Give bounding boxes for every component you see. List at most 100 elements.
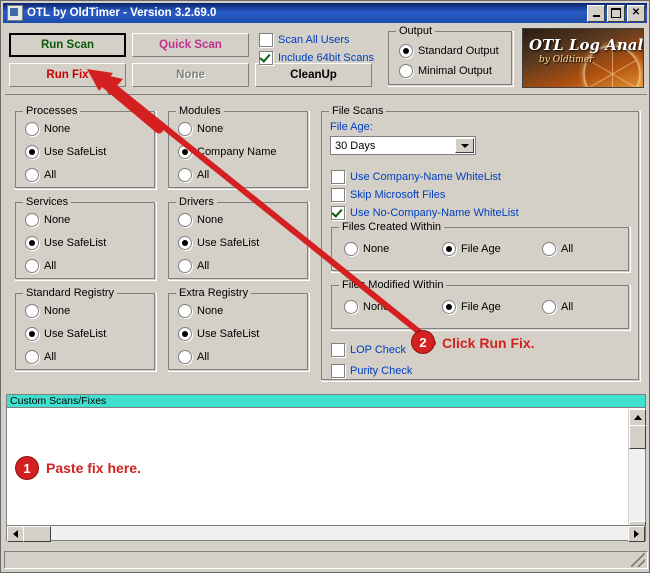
services-option-all[interactable]: All	[25, 259, 56, 273]
checkbox-box	[331, 170, 345, 184]
standard-registry-option-use-safelist-label: Use SafeList	[44, 328, 107, 340]
modules-option-all-label: All	[197, 169, 210, 181]
run-fix-button[interactable]: Run Fix	[9, 63, 126, 87]
logo-line-2: by Oldtimer	[539, 55, 594, 65]
resize-grip-icon[interactable]	[631, 553, 645, 567]
files-modified-option-all[interactable]: All	[542, 300, 573, 314]
triangle-left-icon	[13, 530, 18, 538]
include-64bit-scans-checkbox[interactable]: Include 64bit Scans	[259, 51, 374, 65]
modules-option-none[interactable]: None	[178, 122, 223, 136]
radio-standard-output[interactable]: Standard Output	[399, 44, 499, 58]
output-group: Output Standard Output Minimal Output	[388, 25, 514, 87]
drivers-option-all[interactable]: All	[178, 259, 209, 273]
maximize-button[interactable]	[607, 4, 625, 22]
extra-registry-group: Extra Registry None Use SafeList All	[168, 287, 310, 372]
use-no-company-name-whitelist-label: Use No-Company-Name WhiteList	[350, 207, 519, 219]
standard-registry-option-all-label: All	[44, 351, 57, 363]
processes-option-all[interactable]: All	[25, 168, 56, 182]
radio-minimal-output[interactable]: Minimal Output	[399, 64, 492, 78]
processes-group-title: Processes	[23, 105, 81, 117]
drivers-option-use-safelist[interactable]: Use SafeList	[178, 236, 259, 250]
drivers-option-none-label: None	[197, 214, 224, 226]
use-company-name-whitelist-checkbox[interactable]: Use Company-Name WhiteList	[331, 170, 501, 184]
radio-dot	[25, 350, 39, 364]
extra-registry-option-none[interactable]: None	[178, 304, 223, 318]
files-modified-option-file-age[interactable]: File Age	[442, 300, 501, 314]
radio-dot	[25, 327, 39, 341]
services-option-use-safelist[interactable]: Use SafeList	[25, 236, 106, 250]
scroll-left-button[interactable]	[7, 526, 24, 542]
purity-check-checkbox[interactable]: Purity Check	[331, 364, 412, 378]
file-scans-group-title: File Scans	[329, 105, 387, 117]
files-created-option-all[interactable]: All	[542, 242, 573, 256]
step-1-badge: 1	[16, 457, 38, 479]
extra-registry-group-title: Extra Registry	[176, 287, 252, 299]
processes-option-none-label: None	[44, 123, 71, 135]
processes-option-use-safelist[interactable]: Use SafeList	[25, 145, 106, 159]
files-created-option-none[interactable]: None	[344, 242, 389, 256]
triangle-up-icon	[633, 415, 642, 420]
skip-microsoft-files-checkbox[interactable]: Skip Microsoft Files	[331, 188, 445, 202]
checkbox-box	[331, 343, 345, 357]
quick-scan-button[interactable]: Quick Scan	[132, 33, 249, 57]
scroll-right-button[interactable]	[628, 526, 645, 542]
close-button[interactable]: ✕	[627, 4, 645, 22]
scroll-thumb-horizontal[interactable]	[23, 526, 51, 542]
run-scan-button[interactable]: Run Scan	[9, 33, 126, 57]
standard-registry-option-all[interactable]: All	[25, 350, 56, 364]
custom-scans-vertical-scrollbar[interactable]	[628, 409, 646, 538]
logo-line-1: OTL Log Analysis	[529, 36, 644, 54]
step-2-text: Click Run Fix.	[442, 335, 535, 351]
minimize-button[interactable]	[587, 4, 605, 22]
radio-dot	[178, 145, 192, 159]
lop-check-checkbox[interactable]: LOP Check	[331, 343, 406, 357]
radio-dot	[25, 168, 39, 182]
modules-group-title: Modules	[176, 105, 224, 117]
standard-registry-option-use-safelist[interactable]: Use SafeList	[25, 327, 106, 341]
checkbox-box	[331, 206, 345, 220]
modules-option-all[interactable]: All	[178, 168, 209, 182]
scroll-thumb[interactable]	[629, 425, 646, 449]
cleanup-button[interactable]: CleanUp	[255, 63, 372, 87]
files-modified-option-none[interactable]: None	[344, 300, 389, 314]
use-no-company-name-whitelist-checkbox[interactable]: Use No-Company-Name WhiteList	[331, 206, 519, 220]
drivers-group-title: Drivers	[176, 196, 217, 208]
drivers-option-none[interactable]: None	[178, 213, 223, 227]
purity-check-label: Purity Check	[350, 365, 413, 377]
radio-dot	[25, 236, 39, 250]
modules-group: Modules None Company Name All	[168, 105, 310, 190]
services-option-none[interactable]: None	[25, 213, 70, 227]
radio-dot	[178, 327, 192, 341]
radio-dot	[25, 122, 39, 136]
extra-registry-option-all[interactable]: All	[178, 350, 209, 364]
radio-dot	[178, 122, 192, 136]
files-created-option-file-age[interactable]: File Age	[442, 242, 501, 256]
modules-option-company-name[interactable]: Company Name	[178, 145, 276, 159]
otl-logo: OTL Log Analysis by Oldtimer	[522, 28, 644, 88]
scroll-up-button[interactable]	[629, 409, 646, 426]
file-age-value: 30 Days	[335, 139, 376, 152]
file-age-select[interactable]: 30 Days	[330, 136, 476, 155]
extra-registry-option-use-safelist[interactable]: Use SafeList	[178, 327, 259, 341]
include-64bit-scans-label: Include 64bit Scans	[278, 52, 375, 64]
processes-option-none[interactable]: None	[25, 122, 70, 136]
standard-registry-option-none[interactable]: None	[25, 304, 70, 318]
chevron-down-icon[interactable]	[455, 138, 474, 153]
standard-registry-group-title: Standard Registry	[23, 287, 118, 299]
radio-standard-output-label: Standard Output	[418, 45, 499, 57]
files-created-option-none-label: None	[363, 243, 390, 255]
otl-application-window: OTL by OldTimer - Version 3.2.69.0 ✕ Run…	[0, 0, 650, 573]
modules-option-none-label: None	[197, 123, 224, 135]
none-button[interactable]: None	[132, 63, 249, 87]
step-2-badge: 2	[412, 331, 434, 353]
radio-dot	[178, 259, 192, 273]
custom-scans-horizontal-scrollbar[interactable]	[6, 525, 646, 542]
standard-registry-group: Standard Registry None Use SafeList All	[15, 287, 157, 372]
files-modified-within-group: Files Modified Within None File Age All	[331, 279, 631, 331]
radio-dot	[399, 44, 413, 58]
radio-dot	[178, 304, 192, 318]
scan-all-users-checkbox[interactable]: Scan All Users	[259, 33, 350, 47]
files-created-option-file-age-label: File Age	[461, 243, 501, 255]
drivers-option-all-label: All	[197, 260, 210, 272]
radio-dot	[178, 168, 192, 182]
